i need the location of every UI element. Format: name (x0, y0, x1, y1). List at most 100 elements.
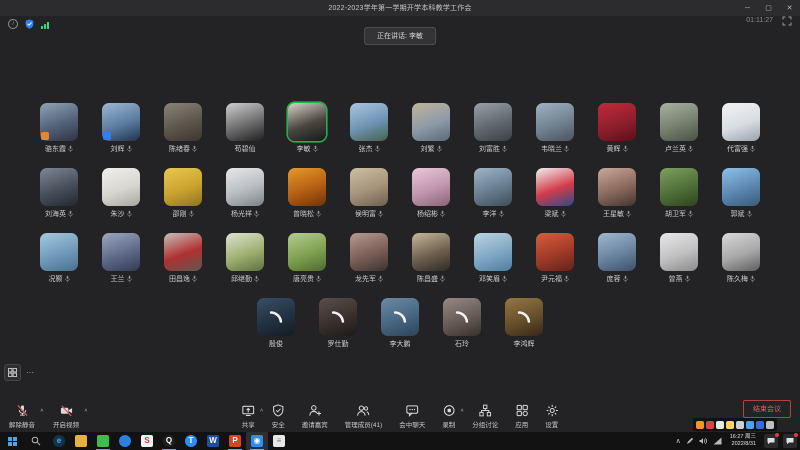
participant-tile[interactable]: 邱继勤 (226, 233, 264, 286)
network-signal-icon[interactable] (41, 22, 49, 29)
participant-tile[interactable]: 尹元福 (536, 233, 574, 286)
popup-blue2-icon[interactable] (756, 421, 764, 429)
participant-tile[interactable]: 刘富胜 (474, 103, 512, 156)
taskbar-search-button[interactable] (24, 432, 48, 450)
toolbar-chat-button[interactable]: 会中聊天 (397, 404, 427, 429)
toolbar-mic-off-button[interactable]: 解除静音∧ (7, 404, 37, 429)
taskbar-clock[interactable]: 16:27 周三 2022/8/31 (727, 434, 759, 448)
taskbar-app-blue-browser[interactable] (114, 432, 136, 450)
participant-tile[interactable]: 陈绪春 (164, 103, 202, 156)
hidden-icons-caret[interactable]: ∧ (676, 437, 681, 445)
maximize-button[interactable]: ▢ (758, 0, 779, 16)
participant-tile[interactable]: 王星敏 (598, 168, 636, 221)
participant-name: 邵刚 (173, 209, 187, 219)
participant-name: 朱沙 (111, 209, 125, 219)
participant-tile[interactable]: 李敏 (288, 103, 326, 156)
chevron-up-icon[interactable]: ∧ (259, 408, 263, 414)
speaker-icon[interactable] (699, 437, 708, 445)
participant-tile[interactable]: 李大鹏 (381, 298, 419, 351)
minimize-button[interactable]: ─ (737, 0, 758, 16)
participant-tile[interactable]: 张杰 (350, 103, 388, 156)
toolbar-shield-check-button[interactable]: 安全 (270, 404, 287, 429)
taskbar-app-tencent-meeting[interactable]: ◉ (246, 432, 268, 450)
participant-tile[interactable]: 李鸿辉 (505, 298, 543, 351)
participant-tile[interactable]: 梁斌 (536, 168, 574, 221)
participant-tile[interactable]: 苟碧仙 (226, 103, 264, 156)
popup-red-icon[interactable] (706, 421, 714, 429)
toolbar-record-button[interactable]: 录制∧ (440, 404, 457, 429)
participant-tile[interactable]: 陈久梅 (722, 233, 760, 286)
meeting-info-icon[interactable]: i (8, 19, 18, 29)
popup-light-icon[interactable] (736, 421, 744, 429)
notification-icon-1[interactable] (764, 434, 778, 448)
participant-name: 邓笑眉 (479, 274, 500, 284)
chevron-up-icon[interactable]: ∧ (460, 408, 464, 414)
close-button[interactable]: ✕ (779, 0, 800, 16)
taskbar-app-wechat[interactable] (92, 432, 114, 450)
toolbar-invite-button[interactable]: 邀请嘉宾 (300, 404, 330, 429)
popup-gear-icon[interactable] (766, 421, 774, 429)
taskbar-app-file-explorer[interactable] (70, 432, 92, 450)
participant-tile[interactable]: 罗仕勤 (319, 298, 357, 351)
notification-icon-2[interactable] (783, 434, 797, 448)
participant-tile[interactable]: 石玲 (443, 298, 481, 351)
participant-tile[interactable]: 曾晓松 (288, 168, 326, 221)
participant-tile[interactable]: 卢兰英 (660, 103, 698, 156)
popup-orange-icon[interactable] (696, 421, 704, 429)
popup-star-icon[interactable] (726, 421, 734, 429)
participant-tile[interactable]: 唐亮贵 (288, 233, 326, 286)
toolbar-share-button[interactable]: 共享∧ (240, 404, 257, 429)
taskbar-app-edge-browser[interactable]: e (48, 432, 70, 450)
chevron-up-icon[interactable]: ∧ (40, 408, 44, 414)
participant-tile[interactable]: 王兰 (102, 233, 140, 286)
taskbar-app-tim[interactable]: T (180, 432, 202, 450)
participant-tile[interactable]: 杨光祥 (226, 168, 264, 221)
security-shield-icon[interactable] (25, 19, 34, 29)
participant-tile[interactable]: 邵刚 (164, 168, 202, 221)
participant-tile[interactable]: 殷俊 (257, 298, 295, 351)
participant-tile[interactable]: 胡卫军 (660, 168, 698, 221)
taskbar-app-qq[interactable]: Q (158, 432, 180, 450)
participant-tile[interactable]: 侯明富 (350, 168, 388, 221)
toolbar-breakout-button[interactable]: 分组讨论 (470, 404, 500, 429)
toolbar-cam-off-button[interactable]: 开启视频∧ (51, 404, 81, 429)
participant-tile[interactable]: 陈昌盛 (412, 233, 450, 286)
participant-tile[interactable]: 曾燕 (660, 233, 698, 286)
taskbar-app-word[interactable]: W (202, 432, 224, 450)
start-button[interactable] (0, 432, 24, 450)
network-icon[interactable] (713, 437, 722, 445)
popup-moon-icon[interactable] (716, 421, 724, 429)
taskbar-app-s-browser[interactable]: S (136, 432, 158, 450)
participant-tile[interactable]: 黄辉 (598, 103, 636, 156)
participant-tile[interactable]: 邓笑眉 (474, 233, 512, 286)
taskbar-app-powerpoint[interactable]: P (224, 432, 246, 450)
layout-more-button[interactable]: ⋯ (26, 369, 34, 377)
participant-tile[interactable]: 杨绍彬 (412, 168, 450, 221)
toolbar-members-button[interactable]: 管理成员(41) (343, 404, 385, 429)
participant-tile[interactable]: 龙先军 (350, 233, 388, 286)
fullscreen-expand-icon[interactable] (782, 16, 792, 26)
participant-tile[interactable]: 郭斌 (722, 168, 760, 221)
participant-tile[interactable]: 李洋 (474, 168, 512, 221)
participant-tile[interactable]: 刘辉 (102, 103, 140, 156)
participant-tile[interactable]: 骆东霞 (40, 103, 78, 156)
participant-tile[interactable]: 庞蓉 (598, 233, 636, 286)
button-label: 开启视频 (53, 419, 79, 429)
taskbar-app-notepad[interactable]: ≡ (268, 432, 290, 450)
participant-tile[interactable]: 刘繁 (412, 103, 450, 156)
participant-avatar (102, 233, 140, 271)
toolbar-settings-button[interactable]: 设置 (543, 404, 560, 429)
desktop-widget-popup[interactable] (693, 418, 777, 431)
end-meeting-button[interactable]: 结束会议 (743, 400, 791, 418)
participant-tile[interactable]: 韦晓兰 (536, 103, 574, 156)
participant-tile[interactable]: 代富强 (722, 103, 760, 156)
participant-tile[interactable]: 况颢 (40, 233, 78, 286)
toolbar-apps-button[interactable]: 应用 (513, 404, 530, 429)
participant-tile[interactable]: 田昌逸 (164, 233, 202, 286)
participant-tile[interactable]: 朱沙 (102, 168, 140, 221)
pen-icon[interactable] (686, 437, 694, 445)
popup-blue-icon[interactable] (746, 421, 754, 429)
participant-tile[interactable]: 刘海英 (40, 168, 78, 221)
grid-view-button[interactable] (4, 364, 21, 381)
chevron-up-icon[interactable]: ∧ (84, 408, 88, 414)
